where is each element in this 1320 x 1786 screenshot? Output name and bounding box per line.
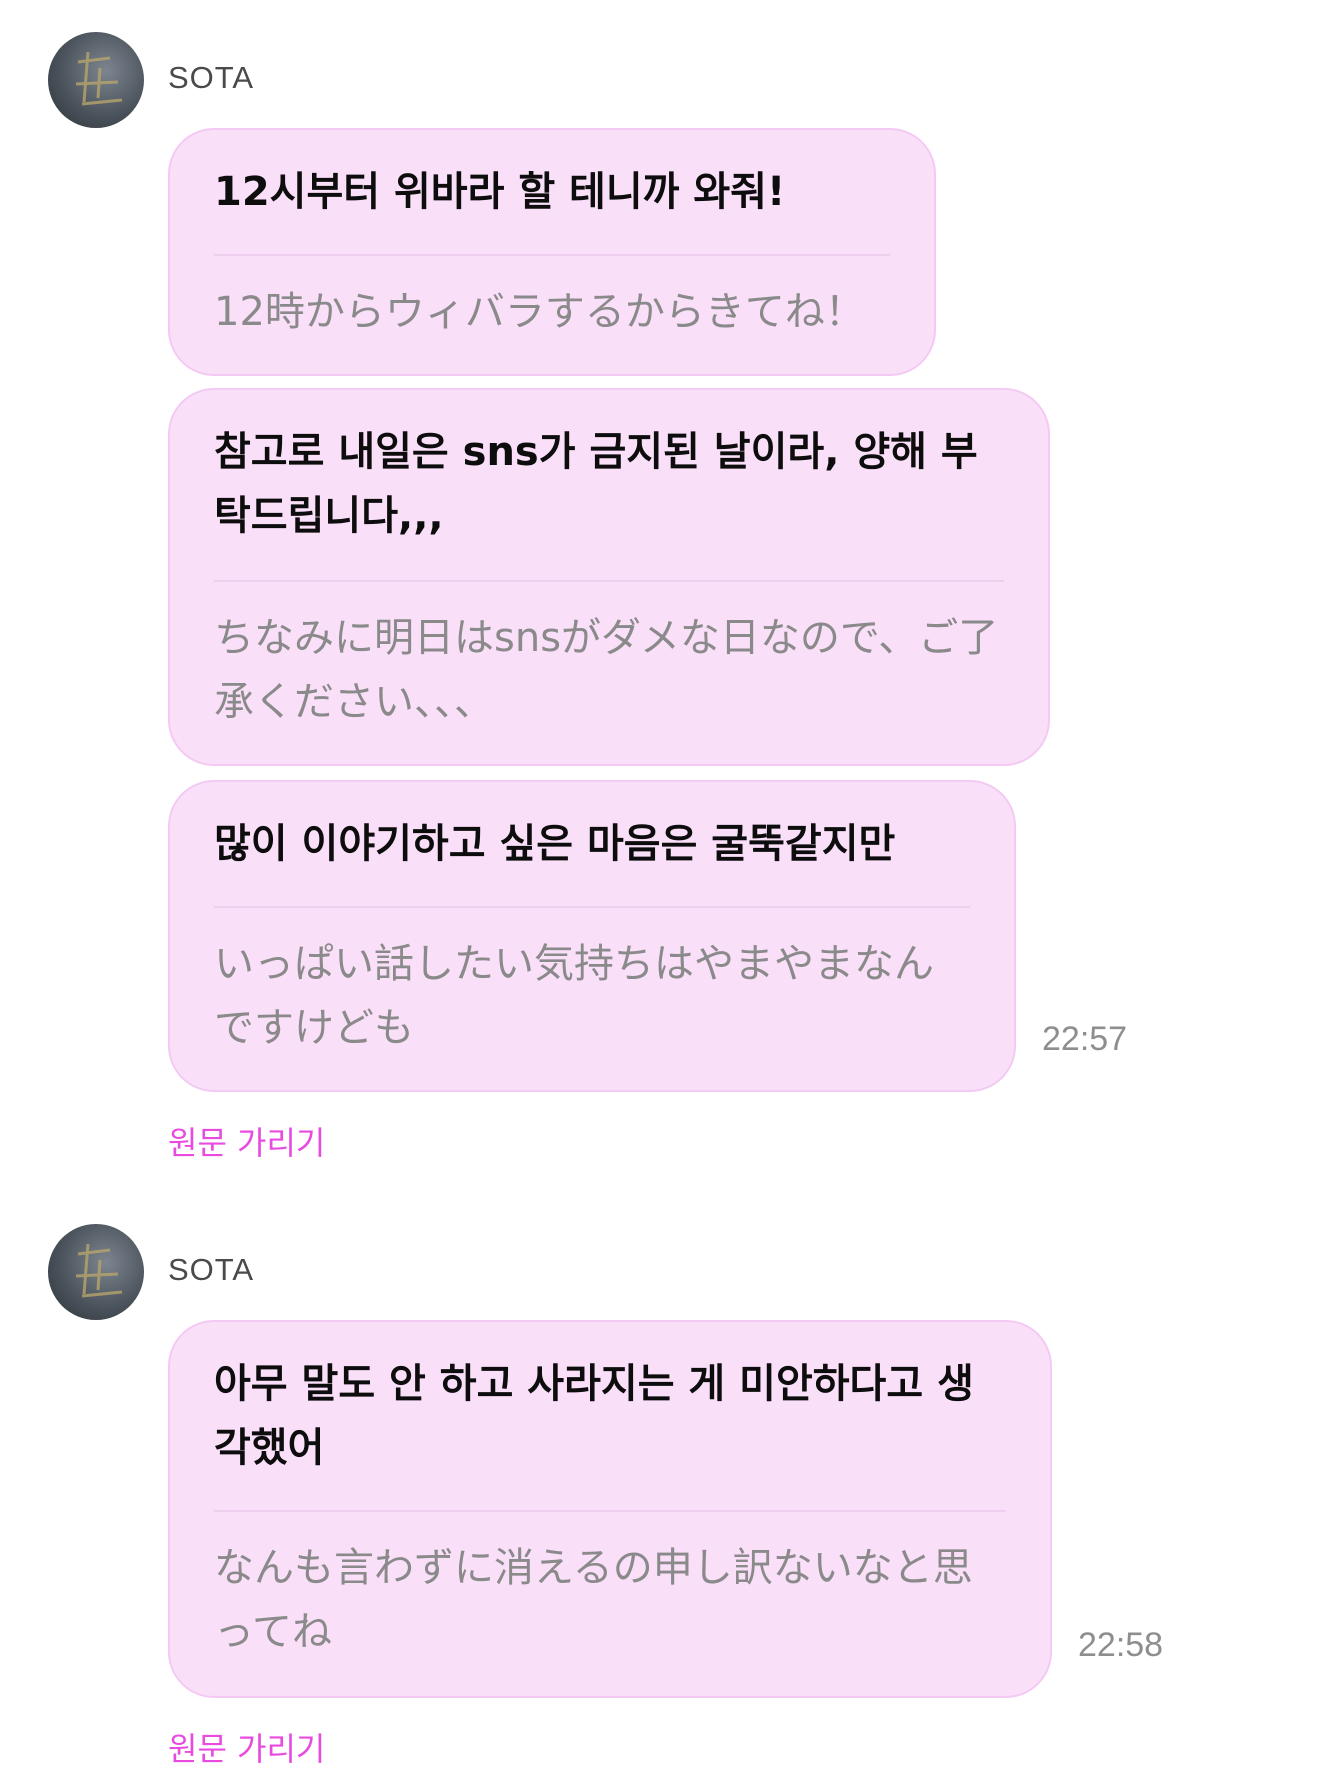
divider (214, 1510, 1006, 1512)
timestamp: 22:58 (1078, 1626, 1164, 1664)
original-text: 12시부터 위바라 할 테니까 와줘! (214, 169, 786, 215)
timestamp: 22:57 (1042, 1020, 1128, 1058)
hide-original-link[interactable]: 원문 가리기 (168, 1118, 325, 1164)
hide-original-link[interactable]: 원문 가리기 (168, 1724, 325, 1770)
message-bubble[interactable]: 많이 이야기하고 싶은 마음은 굴뚝같지만 いっぱい話したい気持ちはやまやまなん… (168, 780, 1016, 1092)
original-text: 아무 말도 안 하고 사라지는 게 미안하다고 생각했어 (214, 1361, 974, 1471)
translation-text: 12時からウィバラするからきてね！ (214, 289, 865, 335)
divider (214, 254, 890, 256)
avatar-profile-icon (75, 51, 123, 106)
avatar-profile-icon (75, 1243, 123, 1298)
original-text: 많이 이야기하고 싶은 마음은 굴뚝같지만 (214, 821, 896, 867)
message-bubble[interactable]: 아무 말도 안 하고 사라지는 게 미안하다고 생각했어 なんも言わずに消えるの… (168, 1320, 1052, 1698)
sender-name: SOTA (168, 1252, 255, 1287)
translation-text: いっぱい話したい気持ちはやまやまなんですけども (214, 941, 934, 1051)
sender-name: SOTA (168, 60, 255, 95)
avatar[interactable] (48, 1224, 144, 1320)
translation-text: ちなみに明日はsnsがダメな日なので、ご了承ください、、、 (214, 615, 999, 725)
original-text: 참고로 내일은 sns가 금지된 날이라, 양해 부탁드립니다,,, (214, 429, 978, 539)
translation-text: なんも言わずに消えるの申し訳ないなと思ってね (214, 1545, 973, 1655)
divider (214, 580, 1004, 582)
avatar[interactable] (48, 32, 144, 128)
divider (214, 906, 970, 908)
message-bubble[interactable]: 참고로 내일은 sns가 금지된 날이라, 양해 부탁드립니다,,, ちなみに明… (168, 388, 1050, 766)
message-bubble[interactable]: 12시부터 위바라 할 테니까 와줘! 12時からウィバラするからきてね！ (168, 128, 936, 376)
